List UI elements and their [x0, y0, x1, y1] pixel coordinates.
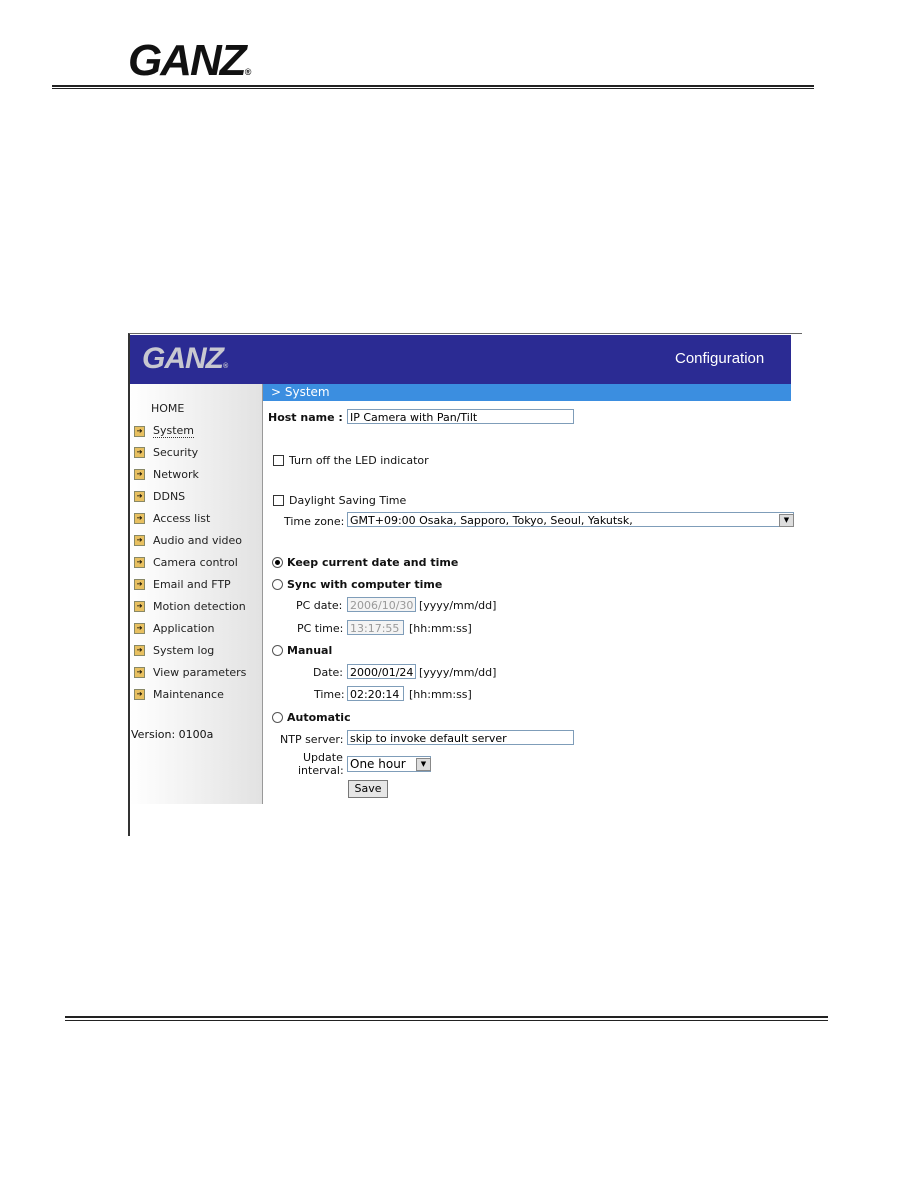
- update-interval-value: One hour: [350, 757, 406, 771]
- arrow-icon: ➔: [134, 469, 145, 480]
- sidebar-item-label: Security: [153, 446, 199, 459]
- pcdate-label: PC date:: [296, 599, 343, 612]
- time-input[interactable]: 02:20:14: [347, 686, 404, 701]
- arrow-icon: ➔: [134, 491, 145, 502]
- pcdate-input[interactable]: 2006/10/30: [347, 597, 416, 612]
- sidebar-item-network[interactable]: ➔ Network: [134, 468, 199, 481]
- arrow-icon: ➔: [134, 667, 145, 678]
- arrow-icon: ➔: [134, 425, 145, 437]
- arrow-icon: ➔: [134, 623, 145, 634]
- footer-rule-thin: [65, 1020, 828, 1021]
- manual-label: Manual: [287, 644, 333, 657]
- automatic-label: Automatic: [287, 711, 351, 724]
- led-label: Turn off the LED indicator: [289, 454, 429, 467]
- date-label: Date:: [313, 666, 343, 679]
- pctime-input[interactable]: 13:17:55: [347, 620, 404, 635]
- footer-rule: [65, 1016, 828, 1018]
- timezone-value: GMT+09:00 Osaka, Sapporo, Tokyo, Seoul, …: [350, 514, 633, 527]
- time-format: [hh:mm:ss]: [409, 622, 472, 635]
- dst-label: Daylight Saving Time: [289, 494, 407, 507]
- time-format-2: [hh:mm:ss]: [409, 688, 472, 701]
- sidebar-item-label: Application: [153, 622, 215, 635]
- sidebar-item-label: System log: [153, 644, 215, 657]
- sidebar-item-label: System: [153, 424, 195, 438]
- sidebar-item-email-and-ftp[interactable]: ➔ Email and FTP: [134, 578, 231, 591]
- sidebar-item-system-log[interactable]: ➔ System log: [134, 644, 214, 657]
- save-button[interactable]: Save: [348, 780, 388, 798]
- host-label: Host name :: [268, 411, 343, 424]
- sidebar-item-label: Maintenance: [153, 688, 224, 701]
- section-bar: > System: [263, 384, 791, 401]
- sidebar-item-label: Email and FTP: [153, 578, 231, 591]
- sidebar-item-label: Audio and video: [153, 534, 242, 547]
- automatic-radio[interactable]: [272, 712, 283, 723]
- sidebar-item-application[interactable]: ➔ Application: [134, 622, 214, 635]
- header-rule: [52, 85, 814, 87]
- sync-radio[interactable]: [272, 579, 283, 590]
- timezone-select[interactable]: GMT+09:00 Osaka, Sapporo, Tokyo, Seoul, …: [347, 512, 794, 527]
- sidebar-item-motion-detection[interactable]: ➔ Motion detection: [134, 600, 246, 613]
- sidebar-item-label: View parameters: [153, 666, 247, 679]
- sidebar-item-ddns[interactable]: ➔ DDNS: [134, 490, 185, 503]
- update-label-2: interval:: [298, 764, 344, 777]
- date-input[interactable]: 2000/01/24: [347, 664, 416, 679]
- app-title: Configuration: [675, 350, 765, 367]
- date-format-2: [yyyy/mm/dd]: [419, 666, 497, 679]
- manual-radio[interactable]: [272, 645, 283, 656]
- sidebar-item-label: Camera control: [153, 556, 238, 569]
- ganz-logo: GANZ®: [128, 36, 252, 85]
- keep-label: Keep current date and time: [287, 556, 459, 569]
- host-name-input[interactable]: IP Camera with Pan/Tilt: [347, 409, 574, 424]
- version-text: Version: 0100a: [131, 728, 214, 741]
- arrow-icon: ➔: [134, 535, 145, 546]
- app-logo: GANZ®: [142, 342, 228, 375]
- sidebar-item-label: Access list: [153, 512, 211, 525]
- tz-label: Time zone:: [284, 515, 345, 528]
- date-format: [yyyy/mm/dd]: [419, 599, 497, 612]
- arrow-icon: ➔: [134, 447, 145, 458]
- update-label-1: Update: [303, 751, 343, 764]
- arrow-icon: ➔: [134, 513, 145, 524]
- led-checkbox[interactable]: [273, 455, 284, 466]
- sidebar-item-label: DDNS: [153, 490, 186, 503]
- sidebar-item-security[interactable]: ➔ Security: [134, 446, 198, 459]
- sync-label: Sync with computer time: [287, 578, 443, 591]
- sidebar-item-camera-control[interactable]: ➔ Camera control: [134, 556, 238, 569]
- header-rule-thin: [52, 88, 814, 89]
- arrow-icon: ➔: [134, 557, 145, 568]
- dst-checkbox[interactable]: [273, 495, 284, 506]
- sidebar-item-system[interactable]: ➔ System: [134, 424, 195, 438]
- sidebar-item-label: Network: [153, 468, 199, 481]
- sidebar-item-label: HOME: [151, 402, 185, 415]
- sidebar-item-access-list[interactable]: ➔ Access list: [134, 512, 210, 525]
- arrow-icon: ➔: [134, 689, 145, 700]
- arrow-icon: ➔: [134, 645, 145, 656]
- time-label: Time:: [314, 688, 345, 701]
- keep-radio[interactable]: [272, 557, 283, 568]
- sidebar-item-label: Motion detection: [153, 600, 246, 613]
- arrow-icon: ➔: [134, 579, 145, 590]
- chevron-down-icon[interactable]: ▼: [416, 758, 431, 771]
- sidebar-item-audio-and-video[interactable]: ➔ Audio and video: [134, 534, 242, 547]
- ntp-label: NTP server:: [280, 733, 344, 746]
- sidebar-item-maintenance[interactable]: ➔ Maintenance: [134, 688, 224, 701]
- arrow-icon: ➔: [134, 601, 145, 612]
- sidebar-item-view-parameters[interactable]: ➔ View parameters: [134, 666, 246, 679]
- chevron-down-icon[interactable]: ▼: [779, 514, 794, 527]
- ntp-server-input[interactable]: skip to invoke default server: [347, 730, 574, 745]
- pctime-label: PC time:: [297, 622, 344, 635]
- sidebar-item-home[interactable]: HOME: [151, 402, 184, 415]
